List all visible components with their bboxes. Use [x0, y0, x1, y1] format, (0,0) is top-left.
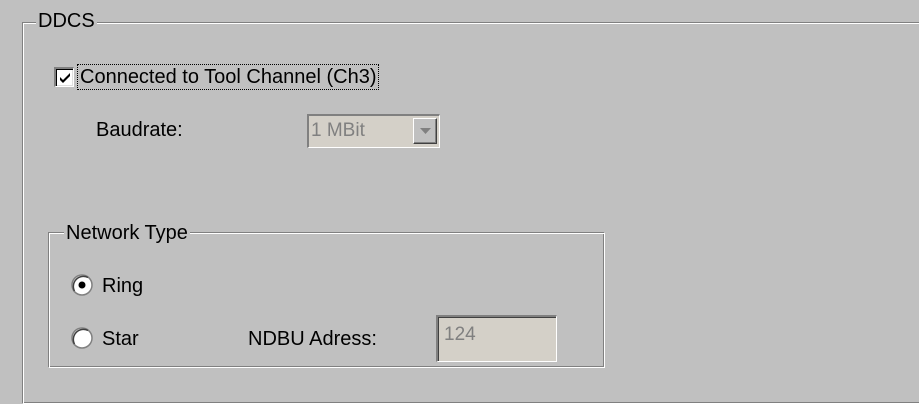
checkmark-icon — [60, 73, 70, 83]
radio-ring[interactable] — [71, 274, 93, 296]
ddcs-group-title: DDCS — [36, 10, 97, 32]
connected-checkbox[interactable] — [54, 67, 74, 87]
ndbu-address-value: 124 — [444, 324, 476, 345]
ndbu-address-label: NDBU Adress: — [248, 328, 377, 350]
baudrate-combobox[interactable]: 1 MBit — [307, 114, 440, 148]
radio-star[interactable] — [71, 327, 93, 349]
baudrate-value: 1 MBit — [311, 120, 365, 141]
baudrate-dropdown-button[interactable] — [413, 118, 437, 144]
radio-ring-label[interactable]: Ring — [102, 274, 143, 298]
baudrate-label: Baudrate: — [96, 119, 183, 141]
radio-star-label[interactable]: Star — [102, 327, 139, 351]
ndbu-address-input[interactable]: 124 — [436, 315, 557, 362]
chevron-down-icon — [420, 128, 431, 134]
network-type-title: Network Type — [64, 222, 190, 244]
radio-dot-icon — [78, 281, 86, 289]
connected-checkbox-label[interactable]: Connected to Tool Channel (Ch3) — [76, 64, 380, 90]
